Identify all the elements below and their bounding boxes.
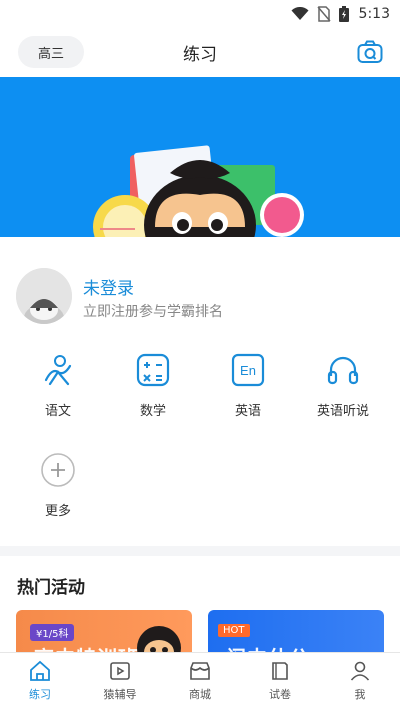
activity-card[interactable]: HOT 闷中什公 <box>208 610 384 656</box>
subject-label: 语文 <box>44 404 71 419</box>
subject-english-listening[interactable]: 英语听说 <box>293 352 393 432</box>
status-time: 5:13 <box>358 6 390 22</box>
plus-icon <box>41 453 75 487</box>
home-icon <box>30 660 50 681</box>
avatar[interactable] <box>16 268 72 324</box>
paper-icon <box>272 662 288 680</box>
default-avatar-icon <box>16 268 72 324</box>
tab-label: 试卷 <box>269 688 291 701</box>
subject-label: 更多 <box>44 504 71 519</box>
wifi-icon <box>291 7 309 21</box>
subject-label: 英语 <box>234 404 261 419</box>
hot-badge: HOT <box>218 624 250 637</box>
math-icon <box>136 353 170 387</box>
play-icon <box>110 662 130 680</box>
tab-label: 猿辅导 <box>103 688 137 701</box>
chinese-icon <box>44 355 72 386</box>
subject-chinese[interactable]: 语文 <box>8 352 108 432</box>
tab-papers[interactable]: 试卷 <box>240 659 320 702</box>
tab-label: 练习 <box>29 688 51 701</box>
subject-more[interactable]: 更多 <box>8 452 108 532</box>
no-sim-icon <box>316 6 331 22</box>
price-badge: ¥1/5科 <box>30 624 75 641</box>
monkey-mascot-illustration <box>93 145 304 237</box>
subject-english[interactable]: En 英语 <box>198 352 298 432</box>
activity-card[interactable]: ¥1/5科 高中特训班 <box>16 610 192 656</box>
subject-label: 数学 <box>139 404 166 419</box>
section-title: 热门活动 <box>17 578 85 598</box>
login-status[interactable]: 未登录 <box>83 274 134 299</box>
tab-me[interactable]: 我 <box>320 659 400 702</box>
english-icon: En <box>231 353 265 387</box>
monkey-mascot-icon <box>137 626 181 656</box>
status-bar: 5:13 <box>0 0 400 28</box>
tab-yuanfudao[interactable]: 猿辅导 <box>80 659 160 702</box>
bottom-tab-bar: 练习 猿辅导 商城 试卷 我 <box>0 652 400 710</box>
tab-label: 我 <box>354 688 366 701</box>
camera-icon <box>357 40 383 63</box>
english-icon-text: En <box>240 363 256 378</box>
tab-label: 商城 <box>189 688 211 701</box>
tab-practice[interactable]: 练习 <box>0 659 80 702</box>
person-icon <box>350 661 370 681</box>
camera-search-button[interactable] <box>356 38 384 66</box>
battery-icon <box>338 6 349 22</box>
subject-label: 英语听说 <box>316 404 369 419</box>
store-icon <box>190 662 210 680</box>
subject-math[interactable]: 数学 <box>103 352 203 432</box>
section-divider <box>0 546 400 556</box>
profile-section[interactable]: 未登录 立即注册参与学霸排名 <box>16 268 386 328</box>
headphones-icon <box>327 356 359 385</box>
banner[interactable] <box>0 77 400 237</box>
header: 高三 练习 <box>0 30 400 74</box>
register-prompt: 立即注册参与学霸排名 <box>83 304 223 320</box>
page-title: 练习 <box>183 45 217 65</box>
tab-store[interactable]: 商城 <box>160 659 240 702</box>
